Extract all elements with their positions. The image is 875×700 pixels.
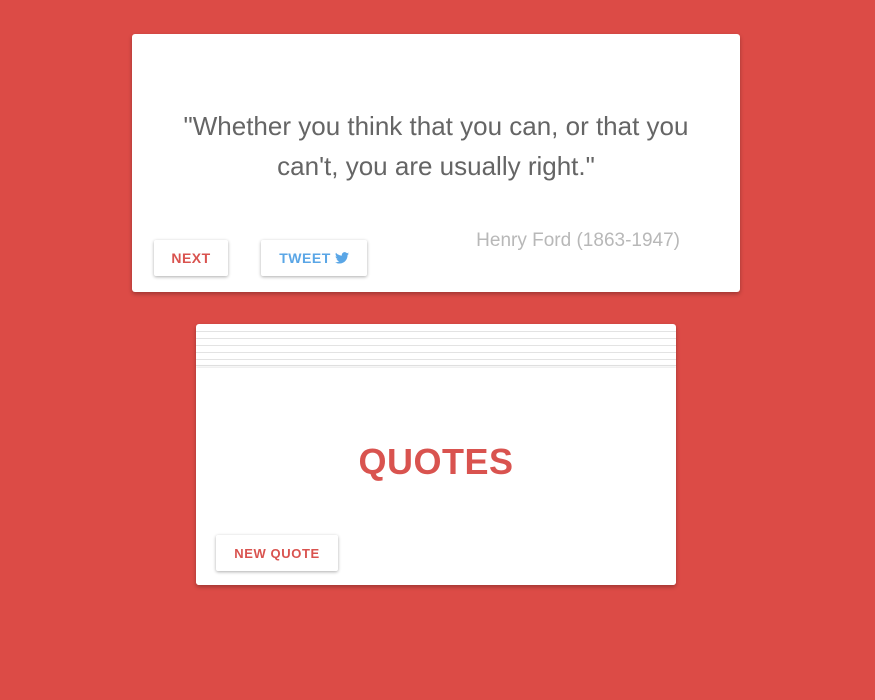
- page: "Whether you think that you can, or that…: [0, 0, 875, 700]
- twitter-bird-icon: [334, 252, 349, 264]
- quotes-title: QUOTES: [358, 441, 514, 482]
- quote-text: "Whether you think that you can, or that…: [183, 111, 689, 181]
- quote-author: Henry Ford (1863-1947): [476, 230, 680, 251]
- tweet-button-label: TWEET: [279, 250, 331, 266]
- stack-edge: [196, 338, 676, 339]
- quotes-card-stack: QUOTES NEW QUOTE: [196, 324, 676, 585]
- quotes-card: QUOTES NEW QUOTE: [196, 368, 676, 585]
- stacked-cards-edges: [196, 324, 676, 368]
- stack-edge: [196, 359, 676, 360]
- quote-card: "Whether you think that you can, or that…: [132, 34, 740, 292]
- stack-edge: [196, 345, 676, 346]
- next-button[interactable]: NEXT: [154, 240, 228, 276]
- stack-edge: [196, 352, 676, 353]
- new-quote-button-label: NEW QUOTE: [234, 545, 320, 561]
- stack-edge: [196, 331, 676, 332]
- next-button-label: NEXT: [171, 250, 211, 266]
- new-quote-button[interactable]: NEW QUOTE: [216, 535, 338, 571]
- stack-edge: [196, 365, 676, 366]
- tweet-button[interactable]: TWEET: [261, 240, 367, 276]
